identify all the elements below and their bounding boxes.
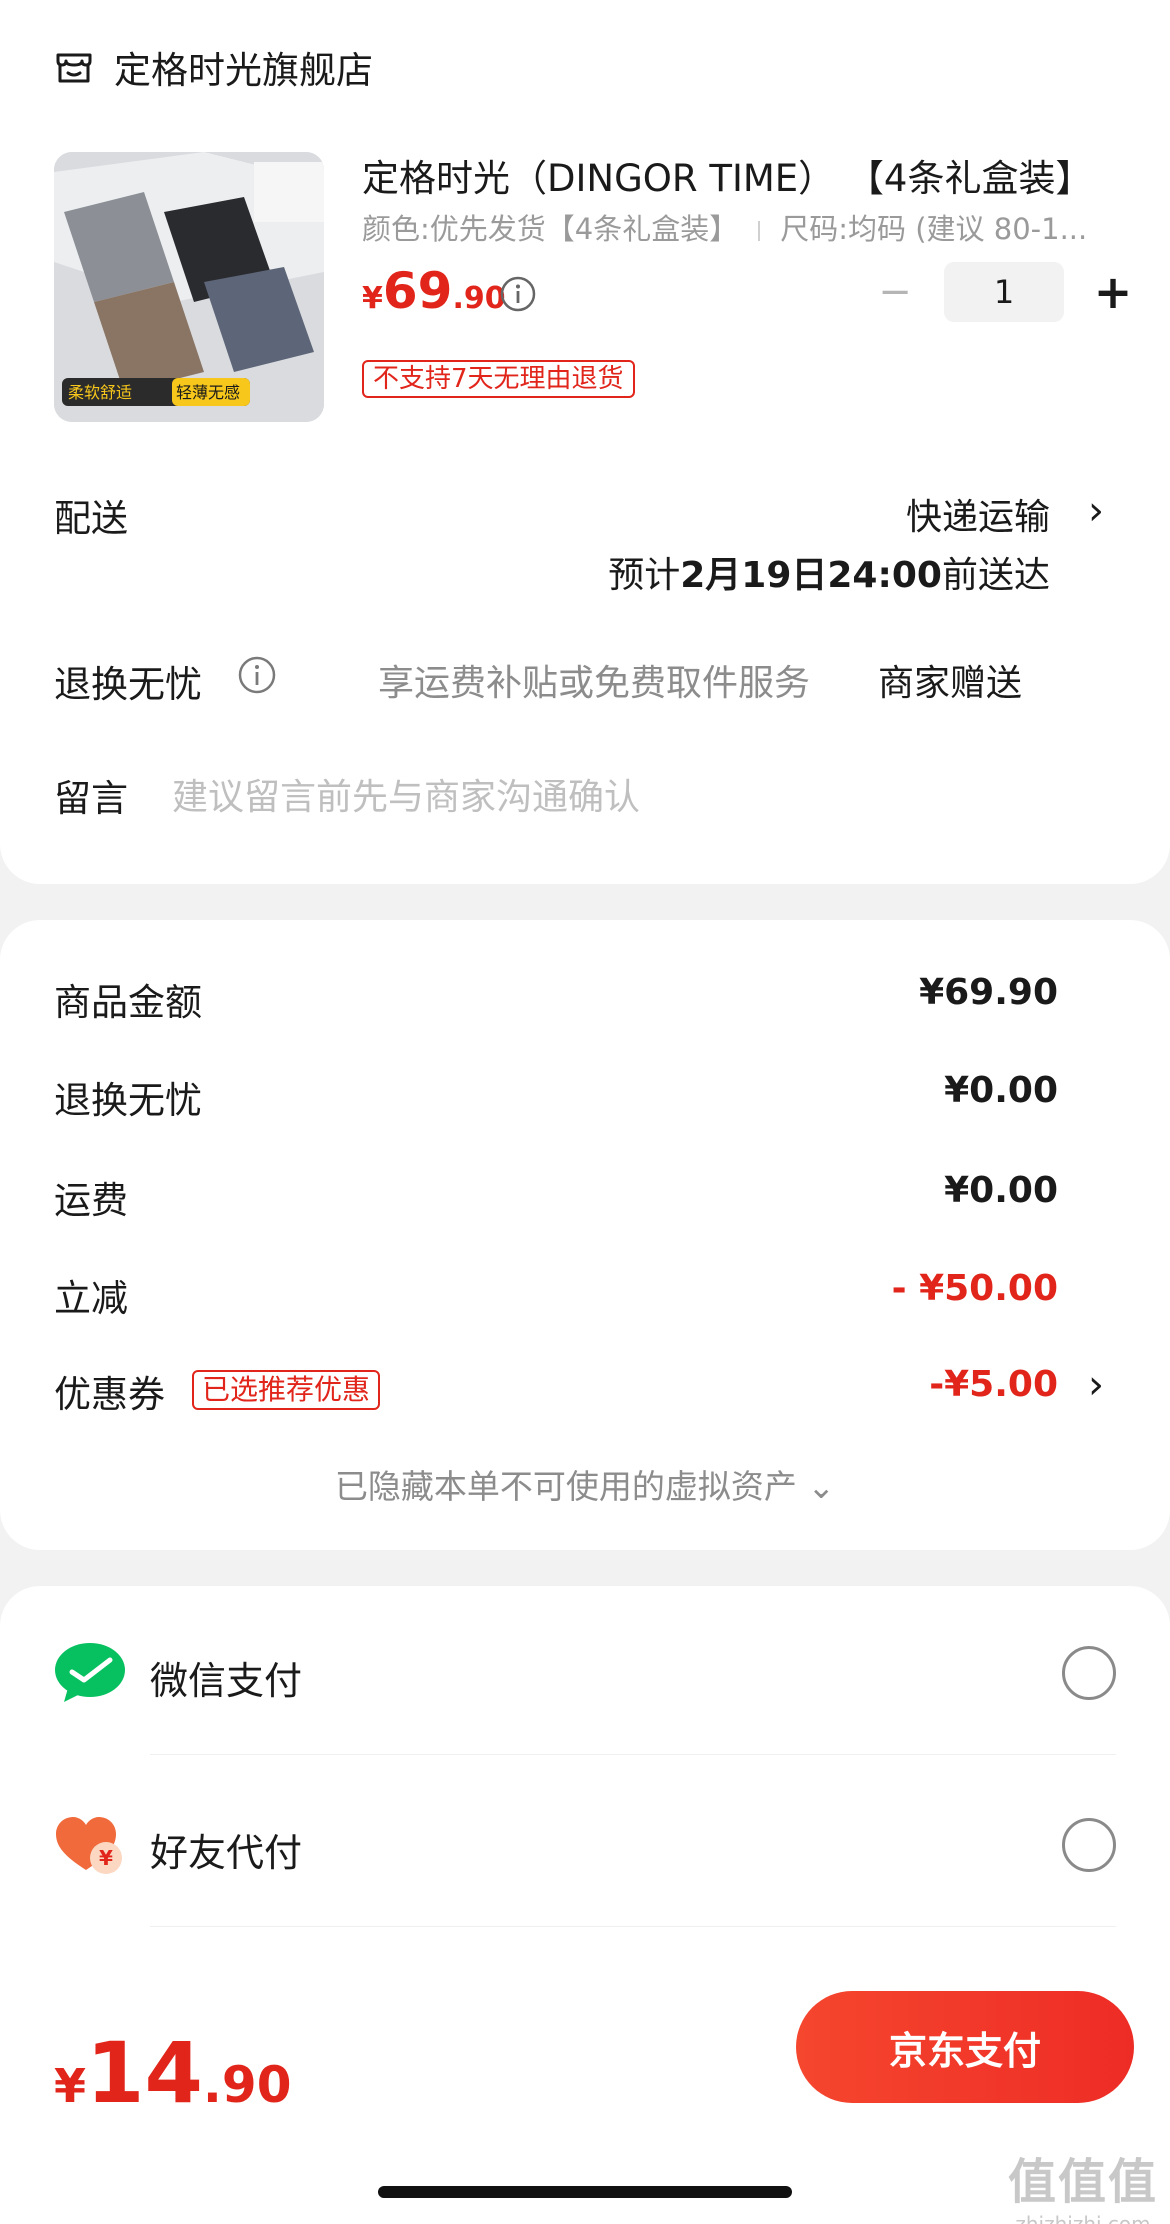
return-service-value: 商家赠送 xyxy=(878,663,1023,704)
store-icon xyxy=(56,53,92,83)
product-spec[interactable]: 颜色:优先发货【4条礼盒装】 尺码:均码 (建议 80-1... xyxy=(362,206,1122,248)
spec-color: 颜色:优先发货【4条礼盒装】 xyxy=(362,212,739,246)
decrease-button[interactable]: − xyxy=(870,269,920,315)
price-currency: ¥ xyxy=(362,281,383,316)
jd-pay-button[interactable]: 京东支付 xyxy=(796,1991,1134,2103)
quantity-stepper: − 1 + xyxy=(870,262,1138,322)
store-header[interactable]: 定格时光旗舰店 xyxy=(54,42,373,92)
total-decimal: .90 xyxy=(202,2056,292,2114)
return-policy-badge: 不支持7天无理由退货 xyxy=(362,360,635,398)
quantity-input[interactable]: 1 xyxy=(944,262,1064,322)
eta-suffix: 前送达 xyxy=(941,555,1050,596)
store-name: 定格时光旗舰店 xyxy=(114,49,373,92)
wechat-pay-icon xyxy=(55,1643,125,1702)
total-integer: 14 xyxy=(86,2024,203,2122)
return-service-desc: 享运费补贴或免费取件服务 xyxy=(378,663,811,704)
shipping-label: 运费 xyxy=(54,1179,128,1222)
spec-separator xyxy=(758,221,761,241)
coupon-chevron-icon[interactable]: › xyxy=(1088,1362,1104,1408)
image-badge-right: 轻薄无感 xyxy=(176,383,240,402)
delivery-chevron-icon[interactable]: › xyxy=(1088,488,1104,534)
eta-date: 2月19日24:00 xyxy=(680,555,942,596)
increase-button[interactable]: + xyxy=(1088,265,1138,319)
delivery-label: 配送 xyxy=(54,497,128,540)
svg-text:¥: ¥ xyxy=(99,1846,113,1870)
delivery-eta: 预计2月19日24:00前送达 xyxy=(608,546,1050,598)
hidden-assets-toggle[interactable]: 已隐藏本单不可使用的虚拟资产 ⌄ xyxy=(0,1460,1170,1508)
message-input[interactable]: 建议留言前先与商家沟通确认 xyxy=(172,768,640,820)
friend-pay-option[interactable]: ¥ 好友代付 xyxy=(0,1778,1170,1898)
friend-pay-radio[interactable] xyxy=(1062,1818,1116,1872)
delivery-method[interactable]: 快递运输 xyxy=(906,488,1050,540)
price-info-icon[interactable] xyxy=(498,274,538,314)
payment-divider xyxy=(150,1926,1116,1927)
wechat-pay-option[interactable]: 微信支付 xyxy=(0,1606,1170,1726)
payment-divider xyxy=(150,1754,1116,1755)
wechat-pay-radio[interactable] xyxy=(1062,1646,1116,1700)
image-badge-left: 柔软舒适 xyxy=(68,383,132,402)
watermark-url: zhizhizhi.com xyxy=(1015,2212,1151,2224)
shipping-value: ¥0.00 xyxy=(944,1170,1058,1211)
return-service-label: 退换无忧 xyxy=(54,663,202,706)
eta-prefix: 预计 xyxy=(608,555,681,596)
price-integer: 69 xyxy=(382,262,453,320)
return-service-info-icon[interactable] xyxy=(236,654,278,696)
total-amount: ¥ 14 .90 xyxy=(54,1996,292,2136)
coupon-value[interactable]: -¥5.00 xyxy=(929,1364,1058,1405)
return-fee-value: ¥0.00 xyxy=(944,1070,1058,1111)
product-price: ¥ 69 .90 xyxy=(362,262,506,320)
spec-size: 尺码:均码 (建议 80-1... xyxy=(780,212,1088,246)
discount-value: - ¥50.00 xyxy=(891,1268,1058,1309)
goods-amount-value: ¥69.90 xyxy=(919,972,1058,1013)
home-indicator[interactable] xyxy=(378,2186,792,2198)
wechat-pay-label: 微信支付 xyxy=(150,1659,303,1703)
watermark: 值值值 zhizhizhi.com xyxy=(1008,2142,1158,2224)
discount-label: 立减 xyxy=(54,1277,128,1320)
watermark-logo: 值值值 xyxy=(1007,2154,1158,2210)
product-image[interactable]: 柔软舒适 轻薄无感 xyxy=(54,152,324,422)
goods-amount-label: 商品金额 xyxy=(54,981,202,1024)
message-label: 留言 xyxy=(54,777,128,820)
product-title[interactable]: 定格时光（DINGOR TIME） 【4条礼盒装】 xyxy=(362,148,1122,202)
return-fee-label: 退换无忧 xyxy=(54,1079,202,1122)
coupon-badge: 已选推荐优惠 xyxy=(192,1370,381,1410)
friend-pay-label: 好友代付 xyxy=(150,1831,303,1875)
coupon-label: 优惠券 xyxy=(54,1373,165,1416)
total-currency: ¥ xyxy=(54,2059,87,2113)
order-card: 定格时光旗舰店 柔软舒适 轻薄无感 定格时光（DINGOR TIME） 【4条礼… xyxy=(0,0,1170,884)
friend-pay-icon: ¥ xyxy=(56,1817,122,1874)
product-photo: 柔软舒适 轻薄无感 xyxy=(54,152,324,422)
